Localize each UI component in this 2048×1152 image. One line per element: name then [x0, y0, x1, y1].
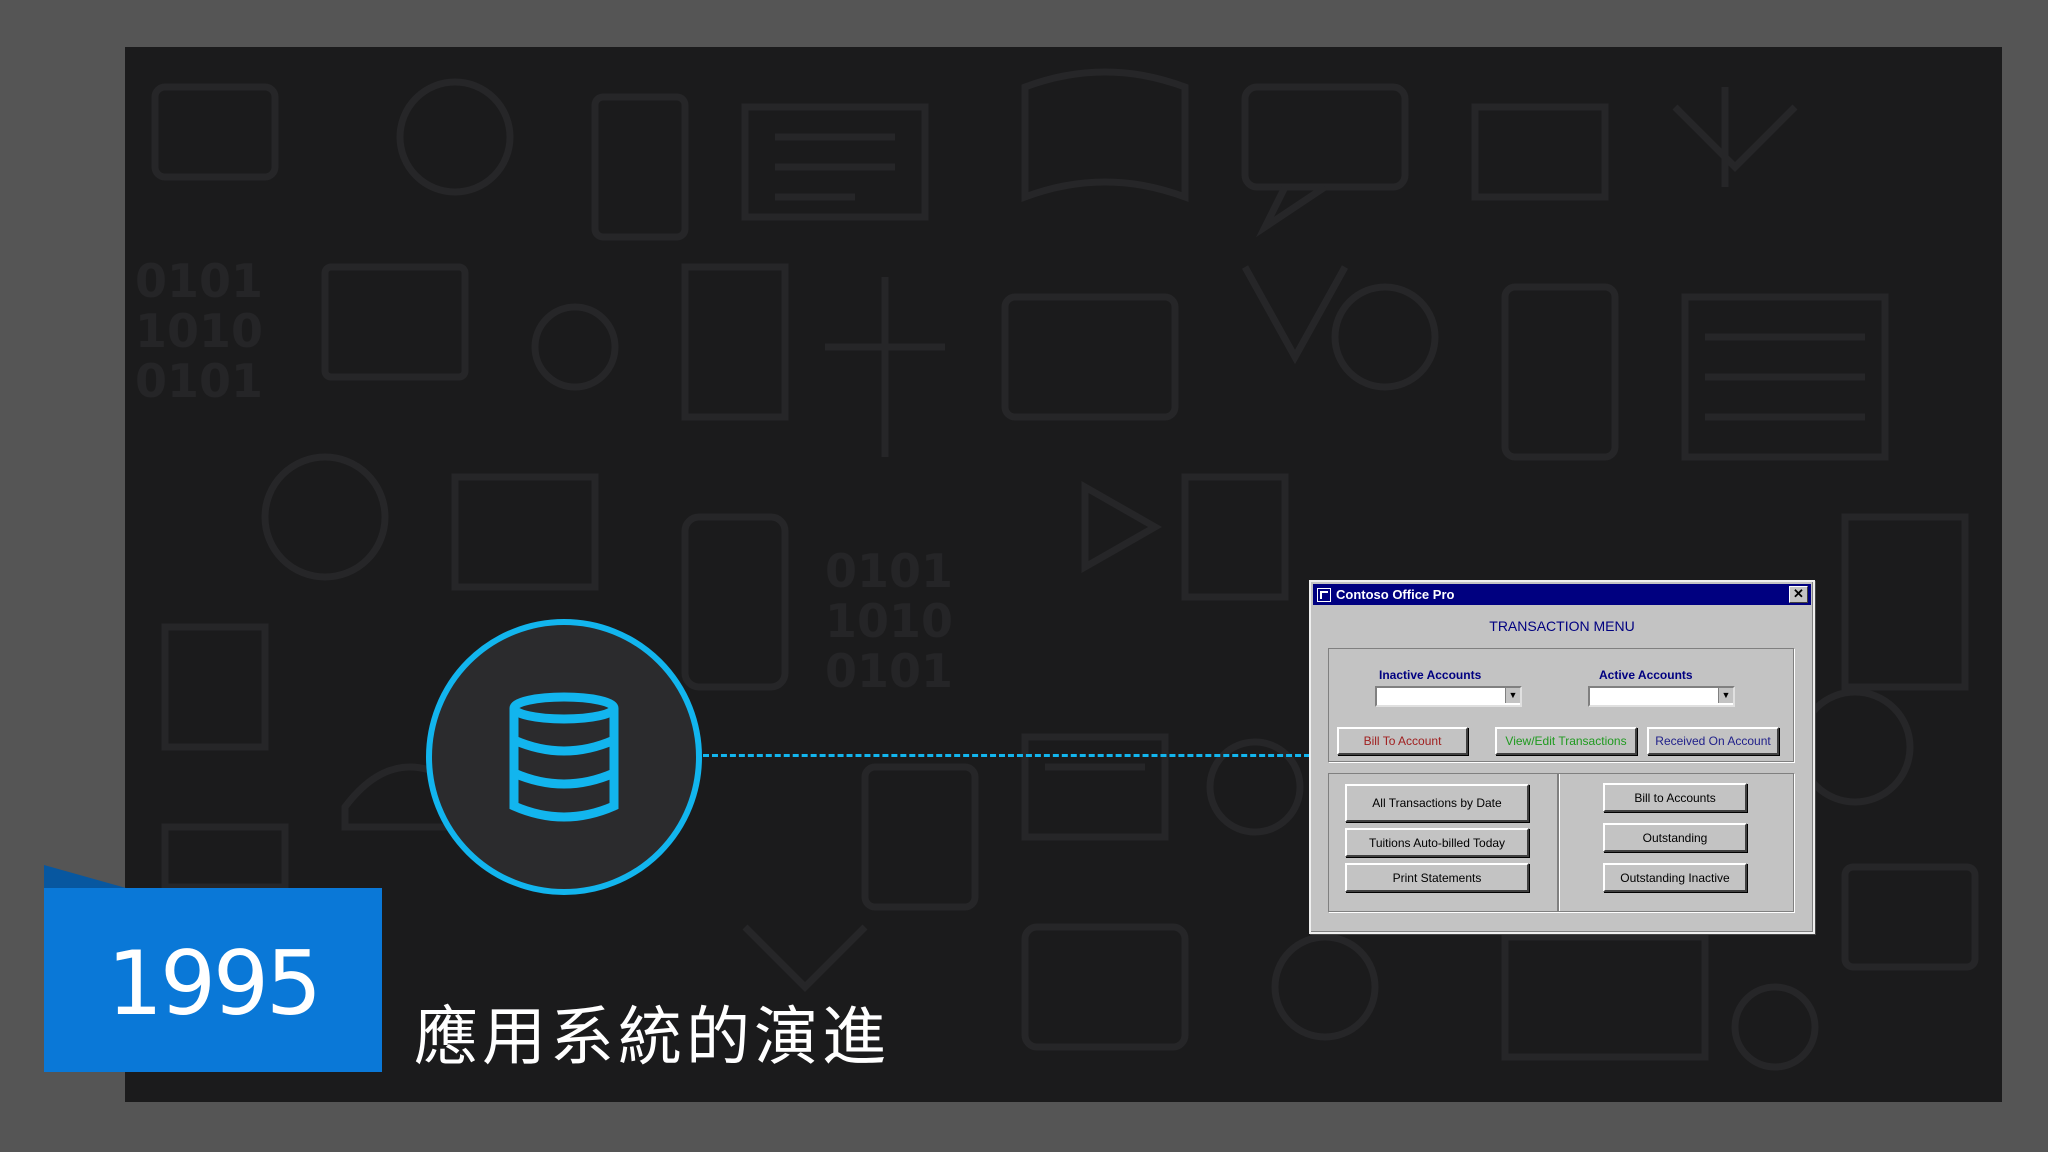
database-icon [509, 692, 619, 822]
print-statements-button[interactable]: Print Statements [1345, 863, 1529, 892]
app-window-icon [1317, 587, 1331, 602]
window-titlebar[interactable]: Contoso Office Pro ✕ [1313, 584, 1811, 605]
database-badge [426, 619, 702, 895]
year-label: 1995 [107, 932, 322, 1035]
reports-right-panel: Bill to Accounts Outstanding Outstanding… [1557, 773, 1794, 912]
view-edit-transactions-button[interactable]: View/Edit Transactions [1495, 727, 1637, 755]
chevron-down-icon[interactable]: ▼ [1505, 688, 1520, 703]
legacy-app-window: Contoso Office Pro ✕ TRANSACTION MENU In… [1309, 580, 1815, 934]
bill-to-accounts-button[interactable]: Bill to Accounts [1603, 783, 1747, 812]
active-accounts-label: Active Accounts [1599, 668, 1693, 682]
outstanding-button[interactable]: Outstanding [1603, 823, 1747, 852]
bill-to-account-button[interactable]: Bill To Account [1337, 727, 1468, 755]
svg-text:1010: 1010 [825, 594, 953, 648]
svg-text:1010: 1010 [135, 304, 263, 358]
active-accounts-dropdown[interactable]: ▼ [1588, 686, 1735, 707]
svg-text:0101: 0101 [135, 254, 263, 308]
chevron-down-icon[interactable]: ▼ [1718, 688, 1733, 703]
presentation-slide: 0101 1010 0101 0101 1010 0101 1010 [125, 47, 2002, 1102]
received-on-account-button[interactable]: Received On Account [1647, 727, 1779, 755]
reports-left-panel: All Transactions by Date Tuitions Auto-b… [1328, 773, 1559, 912]
outstanding-inactive-button[interactable]: Outstanding Inactive [1603, 863, 1747, 892]
background-icon-pattern: 0101 1010 0101 0101 1010 0101 1010 [135, 68, 1979, 1071]
svg-text:0101: 0101 [825, 544, 953, 598]
window-title: Contoso Office Pro [1336, 587, 1455, 602]
svg-text:0101: 0101 [825, 644, 953, 698]
svg-text:0101: 0101 [135, 354, 263, 408]
tuitions-auto-billed-today-button[interactable]: Tuitions Auto-billed Today [1345, 828, 1529, 857]
accounts-panel: Inactive Accounts ▼ Active Accounts ▼ Bi… [1328, 648, 1794, 762]
all-transactions-by-date-button[interactable]: All Transactions by Date [1345, 784, 1529, 822]
dashed-connector-line [703, 754, 1310, 757]
inactive-accounts-label: Inactive Accounts [1379, 668, 1482, 682]
menu-title: TRANSACTION MENU [1489, 618, 1635, 634]
slide-subtitle: 應用系統的演進 [414, 1001, 890, 1075]
year-tab-fold [44, 865, 126, 888]
year-badge: 1995 [44, 888, 382, 1072]
inactive-accounts-dropdown[interactable]: ▼ [1375, 686, 1522, 707]
close-icon[interactable]: ✕ [1789, 586, 1808, 603]
